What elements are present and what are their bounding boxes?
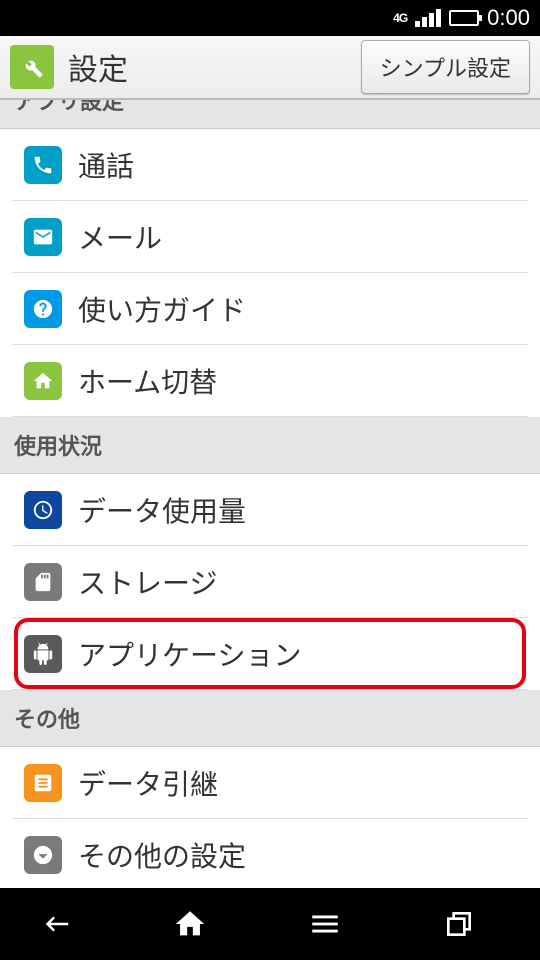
row-guide[interactable]: 使い方ガイド (12, 273, 528, 345)
android-icon (24, 635, 62, 673)
sd-card-icon (24, 563, 62, 601)
more-icon (24, 836, 62, 874)
mail-icon (24, 218, 62, 256)
wrench-icon (10, 45, 54, 89)
meter-icon (24, 491, 62, 529)
row-mail[interactable]: メール (12, 201, 528, 273)
battery-icon (449, 10, 479, 26)
transfer-icon (24, 764, 62, 802)
row-storage[interactable]: ストレージ (12, 546, 528, 618)
help-icon (24, 290, 62, 328)
status-bar: 4G 0:00 (0, 0, 540, 36)
section-header-other: その他 (0, 690, 540, 747)
row-data-transfer[interactable]: データ引継 (12, 747, 528, 819)
clock: 0:00 (487, 5, 530, 31)
row-label: データ使用量 (78, 490, 246, 530)
home-button[interactable] (173, 907, 233, 941)
row-label: ホーム切替 (78, 361, 217, 401)
phone-icon (24, 146, 62, 184)
row-label: アプリケーション (78, 634, 301, 674)
row-call[interactable]: 通話 (12, 129, 528, 201)
simple-settings-button[interactable]: シンプル設定 (361, 40, 530, 94)
row-label: 通話 (78, 145, 134, 185)
row-home-switch[interactable]: ホーム切替 (12, 345, 528, 417)
navigation-bar (0, 888, 540, 960)
row-label: その他の設定 (78, 835, 246, 875)
row-data-usage[interactable]: データ使用量 (12, 474, 528, 546)
section-header-usage: 使用状況 (0, 417, 540, 474)
row-other-settings[interactable]: その他の設定 (12, 819, 528, 888)
row-label: ストレージ (78, 562, 217, 602)
network-indicator: 4G (393, 11, 407, 25)
app-header: 設定 シンプル設定 (0, 36, 540, 100)
signal-icon (415, 9, 441, 27)
back-button[interactable] (38, 909, 98, 939)
row-application[interactable]: アプリケーション (12, 618, 528, 690)
row-label: メール (78, 217, 162, 257)
recent-apps-button[interactable] (443, 908, 503, 940)
section-header-app-settings: アプリ設定 (0, 100, 540, 129)
row-label: 使い方ガイド (78, 289, 246, 329)
menu-button[interactable] (308, 907, 368, 941)
home-icon (24, 362, 62, 400)
page-title: 設定 (68, 45, 347, 89)
row-label: データ引継 (78, 763, 218, 803)
settings-list[interactable]: アプリ設定 通話 メール 使い方ガイド ホーム切替 使用状況 (0, 100, 540, 888)
